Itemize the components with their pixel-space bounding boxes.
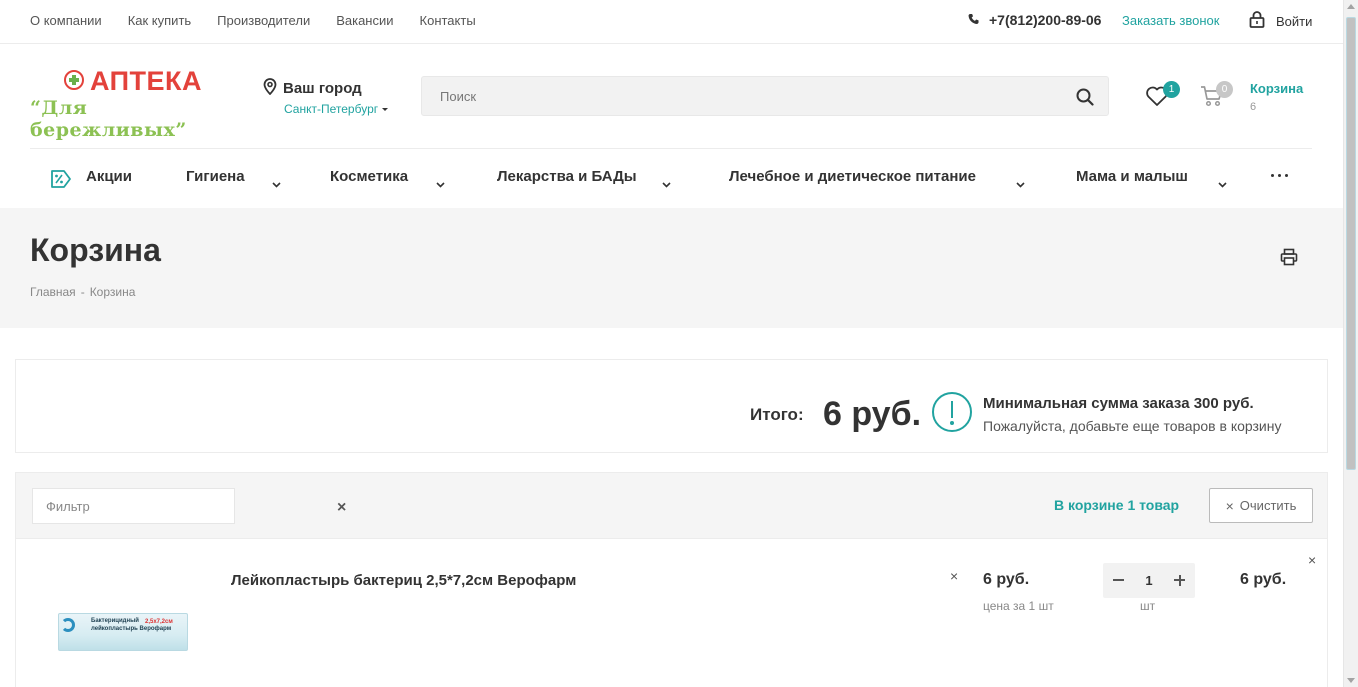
unit-price-caption: цена за 1 шт — [983, 599, 1054, 613]
logo-subtitle: “Для бережливых” — [30, 97, 187, 141]
logo[interactable]: АПТЕКА “Для бережливых” — [30, 66, 225, 141]
filter-input[interactable] — [32, 488, 235, 524]
top-nav-link-how-to-buy[interactable]: Как купить — [128, 13, 191, 28]
phone-icon — [968, 12, 979, 28]
city-selector[interactable]: Ваш город Санкт-Петербург — [263, 78, 388, 116]
chevron-down-icon[interactable] — [1218, 175, 1227, 193]
top-nav-link-contacts[interactable]: Контакты — [420, 13, 476, 28]
search-icon[interactable] — [1076, 88, 1094, 111]
product-image-size: 2,5x7,2см — [145, 619, 173, 625]
menu-item-cosmetics[interactable]: Косметика — [330, 168, 408, 185]
cart-count-badge: 0 — [1216, 81, 1233, 98]
cart-sum: 6 — [1250, 101, 1257, 113]
discount-percent-icon — [50, 169, 72, 194]
top-bar: О компании Как купить Производители Вака… — [0, 0, 1343, 44]
page-title: Корзина — [30, 232, 161, 268]
login-label: Войти — [1276, 13, 1313, 29]
delete-item-icon[interactable]: × — [1308, 552, 1316, 568]
basket-item: Бактерицидный лейкопластырь Верофарм 2,5… — [15, 538, 1328, 687]
scrollbar[interactable] — [1343, 0, 1358, 687]
breadcrumb: Главная - Корзина — [30, 285, 135, 299]
top-nav: О компании Как купить Производители Вака… — [30, 13, 476, 28]
basket-count-text: В корзине 1 товар — [1054, 497, 1180, 513]
menu-item-mother-baby[interactable]: Мама и малыш — [1076, 168, 1188, 185]
breadcrumb-current: Корзина — [89, 285, 136, 299]
chevron-down-icon[interactable] — [272, 175, 281, 193]
cart-button[interactable]: 0 — [1200, 81, 1233, 112]
search-box — [421, 76, 1109, 116]
login-button[interactable]: Войти — [1249, 11, 1312, 31]
city-label-row: Ваш город — [263, 78, 388, 99]
clear-basket-label: Очистить — [1239, 498, 1297, 513]
lock-icon — [1249, 11, 1265, 31]
breadcrumb-separator: - — [80, 285, 85, 299]
logo-title: АПТЕКА — [90, 66, 203, 96]
favorites-count-badge: 1 — [1163, 81, 1180, 98]
basket-filter-bar: × В корзине 1 товар × Очистить — [15, 472, 1328, 539]
item-total: 6 руб. — [1240, 571, 1287, 588]
min-order-hint: Пожалуйста, добавьте еще товаров в корзи… — [983, 418, 1282, 434]
location-pin-icon — [263, 78, 277, 99]
heart-icon — [1145, 86, 1169, 111]
favorites-button[interactable]: 1 — [1145, 81, 1180, 112]
menu-item-promotions[interactable]: Акции — [86, 168, 132, 185]
cart-label: Корзина — [1250, 81, 1304, 96]
top-nav-link-vacancies[interactable]: Вакансии — [336, 13, 393, 28]
quantity-stepper: 1 — [1103, 563, 1195, 598]
menu-item-hygiene[interactable]: Гигиена — [186, 168, 245, 185]
order-summary: Итого: 6 руб. Минимальная сумма заказа 3… — [15, 359, 1328, 453]
cart-summary[interactable]: Корзина 6 — [1250, 81, 1303, 113]
total-value: 6 руб. — [823, 395, 922, 433]
print-icon[interactable] — [1280, 248, 1298, 271]
min-order-text: Минимальная сумма заказа 300 руб. — [983, 395, 1254, 412]
phone[interactable]: +7(812)200-89-06 — [968, 12, 1101, 28]
chevron-down-icon[interactable] — [436, 175, 445, 193]
quantity-unit: шт — [1140, 599, 1156, 613]
filter-clear-icon[interactable]: × — [337, 499, 346, 517]
unit-price: 6 руб. — [983, 571, 1030, 588]
scroll-up-arrow-icon[interactable] — [1347, 4, 1355, 9]
menu-item-diet-nutrition[interactable]: Лечебное и диетическое питание — [729, 168, 976, 185]
product-name[interactable]: Лейкопластырь бактериц 2,5*7,2см Верофар… — [231, 572, 576, 589]
product-image[interactable]: Бактерицидный лейкопластырь Верофарм 2,5… — [58, 613, 188, 651]
pharmacy-cross-icon — [64, 70, 84, 90]
top-nav-link-manufacturers[interactable]: Производители — [217, 13, 310, 28]
scrollbar-thumb[interactable] — [1346, 17, 1356, 470]
chevron-down-icon[interactable] — [1016, 175, 1025, 193]
product-image-logo — [61, 618, 75, 632]
page: О компании Как купить Производители Вака… — [0, 0, 1343, 687]
city-label: Ваш город — [283, 80, 362, 97]
phone-number: +7(812)200-89-06 — [989, 12, 1102, 28]
callback-link[interactable]: Заказать звонок — [1122, 13, 1219, 28]
top-nav-link-about[interactable]: О компании — [30, 13, 102, 28]
breadcrumb-home[interactable]: Главная — [30, 285, 76, 299]
close-icon: × — [1225, 497, 1234, 514]
chevron-down-icon[interactable] — [662, 175, 671, 193]
main-menu: Акции Гигиена Косметика Лекарства и БАДы… — [30, 148, 1312, 208]
scroll-down-arrow-icon[interactable] — [1347, 678, 1355, 683]
plus-icon-vertical[interactable] — [1178, 574, 1181, 586]
exclamation-icon — [932, 392, 972, 432]
more-menu-icon[interactable] — [1271, 174, 1288, 177]
remove-item-icon[interactable]: × — [950, 568, 958, 584]
clear-basket-button[interactable]: × Очистить — [1209, 488, 1313, 523]
menu-item-medicines[interactable]: Лекарства и БАДы — [497, 168, 637, 185]
page-header-band: Корзина Главная - Корзина — [0, 208, 1343, 328]
total-label: Итого: — [750, 405, 804, 424]
search-input[interactable] — [422, 77, 1062, 115]
city-value[interactable]: Санкт-Петербург — [284, 102, 388, 116]
